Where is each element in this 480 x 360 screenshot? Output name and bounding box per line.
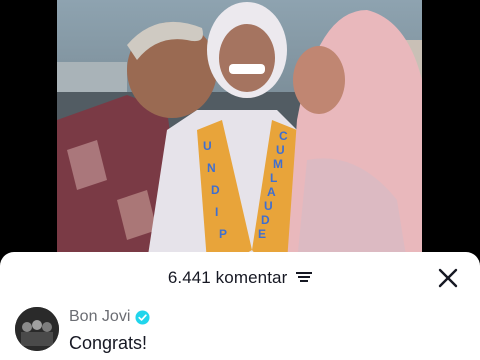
svg-text:D: D (261, 213, 270, 227)
svg-text:N: N (207, 161, 216, 175)
svg-text:E: E (258, 227, 266, 241)
graduation-photo: UNDIPCUMLAUDE (57, 0, 422, 262)
svg-text:P: P (219, 227, 227, 241)
comment-author[interactable]: Bon Jovi (69, 308, 150, 326)
comment-item: Bon Jovi Congrats! (15, 307, 465, 357)
comments-header: 6.441 komentar (0, 252, 480, 302)
video-frame[interactable]: UNDIPCUMLAUDE (57, 0, 422, 262)
close-x-icon (438, 268, 458, 288)
svg-text:I: I (215, 205, 218, 219)
avatar[interactable] (15, 307, 59, 351)
comment-count-label: 6.441 komentar (167, 268, 288, 287)
svg-text:U: U (276, 143, 285, 157)
close-button[interactable] (436, 266, 460, 290)
comment-text: Congrats! (69, 333, 148, 353)
svg-text:L: L (270, 171, 277, 185)
verified-badge-icon (135, 309, 150, 325)
sort-lines-icon[interactable] (296, 269, 313, 289)
comments-sheet: 6.441 komentar Bon Jovi Congrats! (0, 252, 480, 360)
svg-text:A: A (267, 185, 276, 199)
svg-text:M: M (273, 157, 283, 171)
svg-text:U: U (203, 139, 212, 153)
author-name: Bon Jovi (69, 308, 131, 325)
svg-text:C: C (279, 129, 288, 143)
comment-count[interactable]: 6.441 komentar (0, 268, 480, 289)
svg-text:D: D (211, 183, 220, 197)
svg-text:U: U (264, 199, 273, 213)
